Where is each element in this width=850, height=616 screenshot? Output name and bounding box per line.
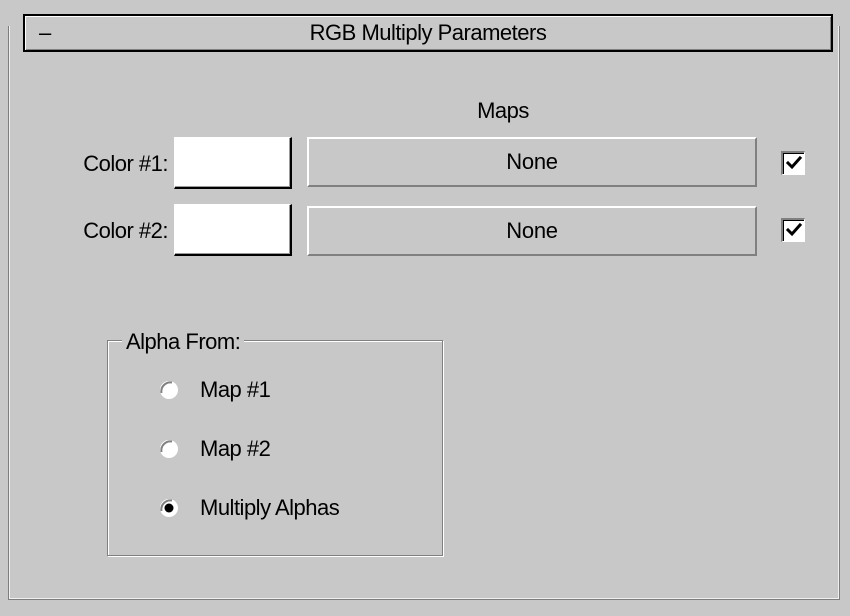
color-1-label: Color #1: — [83, 151, 168, 176]
radio-unselected-icon[interactable] — [158, 379, 180, 401]
radio-map-2-label: Map #2 — [200, 436, 271, 461]
color-2-map-button[interactable]: None — [307, 206, 757, 256]
color-2-label: Color #2: — [83, 218, 168, 243]
rollout-title: RGB Multiply Parameters — [309, 20, 547, 45]
radio-map-1-label: Map #1 — [200, 377, 271, 402]
color-1-swatch[interactable] — [174, 137, 292, 189]
rgb-multiply-panel: – RGB Multiply Parameters Maps Color #1:… — [0, 0, 850, 616]
maps-heading: Maps — [477, 98, 529, 123]
radio-unselected-icon[interactable] — [158, 438, 180, 460]
radio-multiply-alphas-label: Multiply Alphas — [200, 495, 340, 520]
color-1-map-button[interactable]: None — [307, 137, 757, 187]
color-2-swatch[interactable] — [174, 204, 292, 256]
color-2-map-enable-checkbox[interactable] — [781, 218, 805, 242]
color-1-map-enable-checkbox[interactable] — [781, 151, 805, 175]
radio-selected-icon[interactable] — [158, 497, 180, 519]
checkmark-icon — [785, 155, 803, 170]
checkmark-icon — [785, 222, 803, 237]
alpha-from-legend: Alpha From: — [122, 330, 245, 354]
rollout-header[interactable]: – RGB Multiply Parameters — [23, 14, 833, 52]
